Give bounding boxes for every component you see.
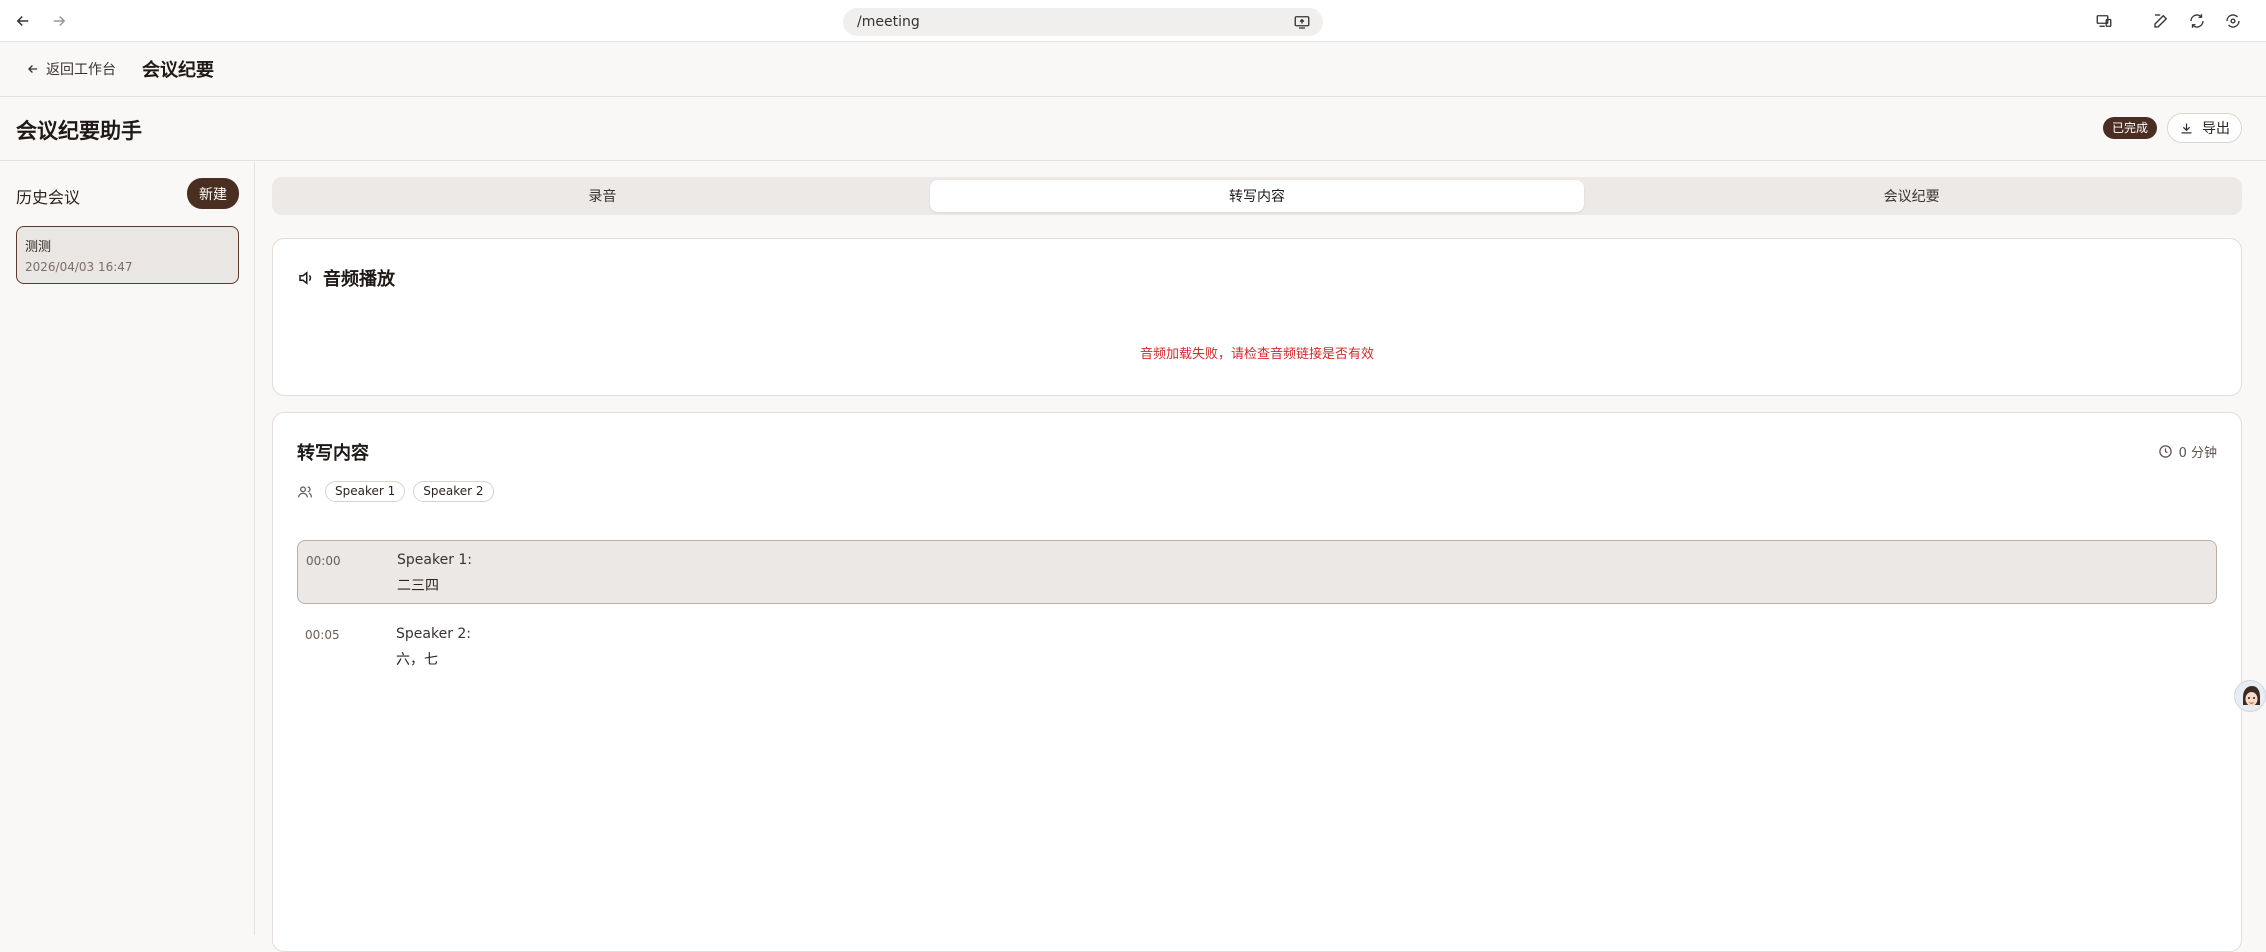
app-header: 返回工作台 会议纪要 [0, 42, 2266, 97]
speaker-list: Speaker 1 Speaker 2 [297, 481, 494, 502]
page-title: 会议纪要助手 [16, 119, 142, 143]
audio-title: 音频播放 [323, 269, 395, 290]
back-arrow-icon[interactable] [11, 9, 35, 33]
audio-playback-card: 音频播放 音频加载失败，请检查音频链接是否有效 [272, 238, 2242, 396]
sync-settings-icon[interactable] [2221, 9, 2245, 33]
sidebar-title: 历史会议 [16, 188, 81, 207]
meeting-name: 测测 [25, 240, 52, 255]
edit-icon[interactable] [2149, 9, 2173, 33]
segment-timestamp: 00:05 [305, 628, 340, 642]
speaker-chip[interactable]: Speaker 2 [413, 481, 494, 502]
segment-timestamp: 00:00 [306, 554, 341, 568]
devices-icon[interactable] [2092, 9, 2116, 33]
transcript-segment[interactable]: 00:05 Speaker 2: 六，七 [297, 615, 2217, 679]
download-icon [2181, 123, 2192, 133]
meeting-list-item[interactable]: 测测 2026/04/03 16:47 [16, 226, 239, 284]
segment-speaker: Speaker 1: [397, 552, 473, 568]
transcript-title: 转写内容 [297, 443, 369, 464]
meeting-time: 2026/04/03 16:47 [25, 260, 133, 274]
users-icon [298, 485, 312, 497]
speaker-chip[interactable]: Speaker 1 [325, 481, 406, 502]
transcript-segment[interactable]: 00:00 Speaker 1: 二三四 [297, 540, 2217, 604]
assistant-avatar[interactable] [2234, 680, 2266, 712]
url-bar[interactable]: /meeting [843, 8, 1323, 36]
forward-arrow-icon[interactable] [47, 9, 71, 33]
audio-error-message: 音频加载失败，请检查音频链接是否有效 [1139, 347, 1374, 362]
avatar-face-icon [2243, 686, 2260, 706]
back-link-label: 返回工作台 [46, 62, 116, 78]
tab-minutes[interactable]: 会议纪要 [1584, 180, 2239, 212]
segment-text: 六，七 [396, 652, 438, 668]
transcript-card: 转写内容 0 分钟 Speaker 1 Speaker 2 00:00 Spea… [272, 412, 2242, 952]
duration-indicator: 0 分钟 [2158, 442, 2217, 461]
refresh-icon[interactable] [2185, 9, 2209, 33]
tab-transcript[interactable]: 转写内容 [929, 180, 1585, 212]
sidebar: 历史会议 新建 测测 2026/04/03 16:47 [0, 162, 255, 935]
browser-toolbar: /meeting [0, 0, 2266, 42]
view-tabs: 录音 转写内容 会议纪要 [272, 177, 2242, 215]
duration-text: 0 分钟 [2178, 446, 2217, 461]
cast-icon[interactable] [1293, 13, 1311, 31]
export-button[interactable]: 导出 [2167, 113, 2242, 143]
segment-speaker: Speaker 2: [396, 626, 472, 642]
clock-icon [2158, 445, 2172, 458]
tab-recording[interactable]: 录音 [275, 180, 930, 212]
new-meeting-button[interactable]: 新建 [187, 178, 239, 209]
segment-text: 二三四 [397, 578, 439, 594]
back-to-workbench-link[interactable]: 返回工作台 [26, 59, 116, 79]
header-title: 会议纪要 [142, 60, 214, 81]
export-label: 导出 [2202, 121, 2230, 137]
status-badge: 已完成 [2103, 117, 2158, 139]
speaker-volume-icon [299, 271, 312, 285]
url-text: /meeting [857, 14, 920, 30]
arrow-left-icon [28, 65, 38, 73]
page-header: 会议纪要助手 已完成 导出 [0, 97, 2266, 161]
audio-heading: 音频播放 [297, 265, 395, 291]
